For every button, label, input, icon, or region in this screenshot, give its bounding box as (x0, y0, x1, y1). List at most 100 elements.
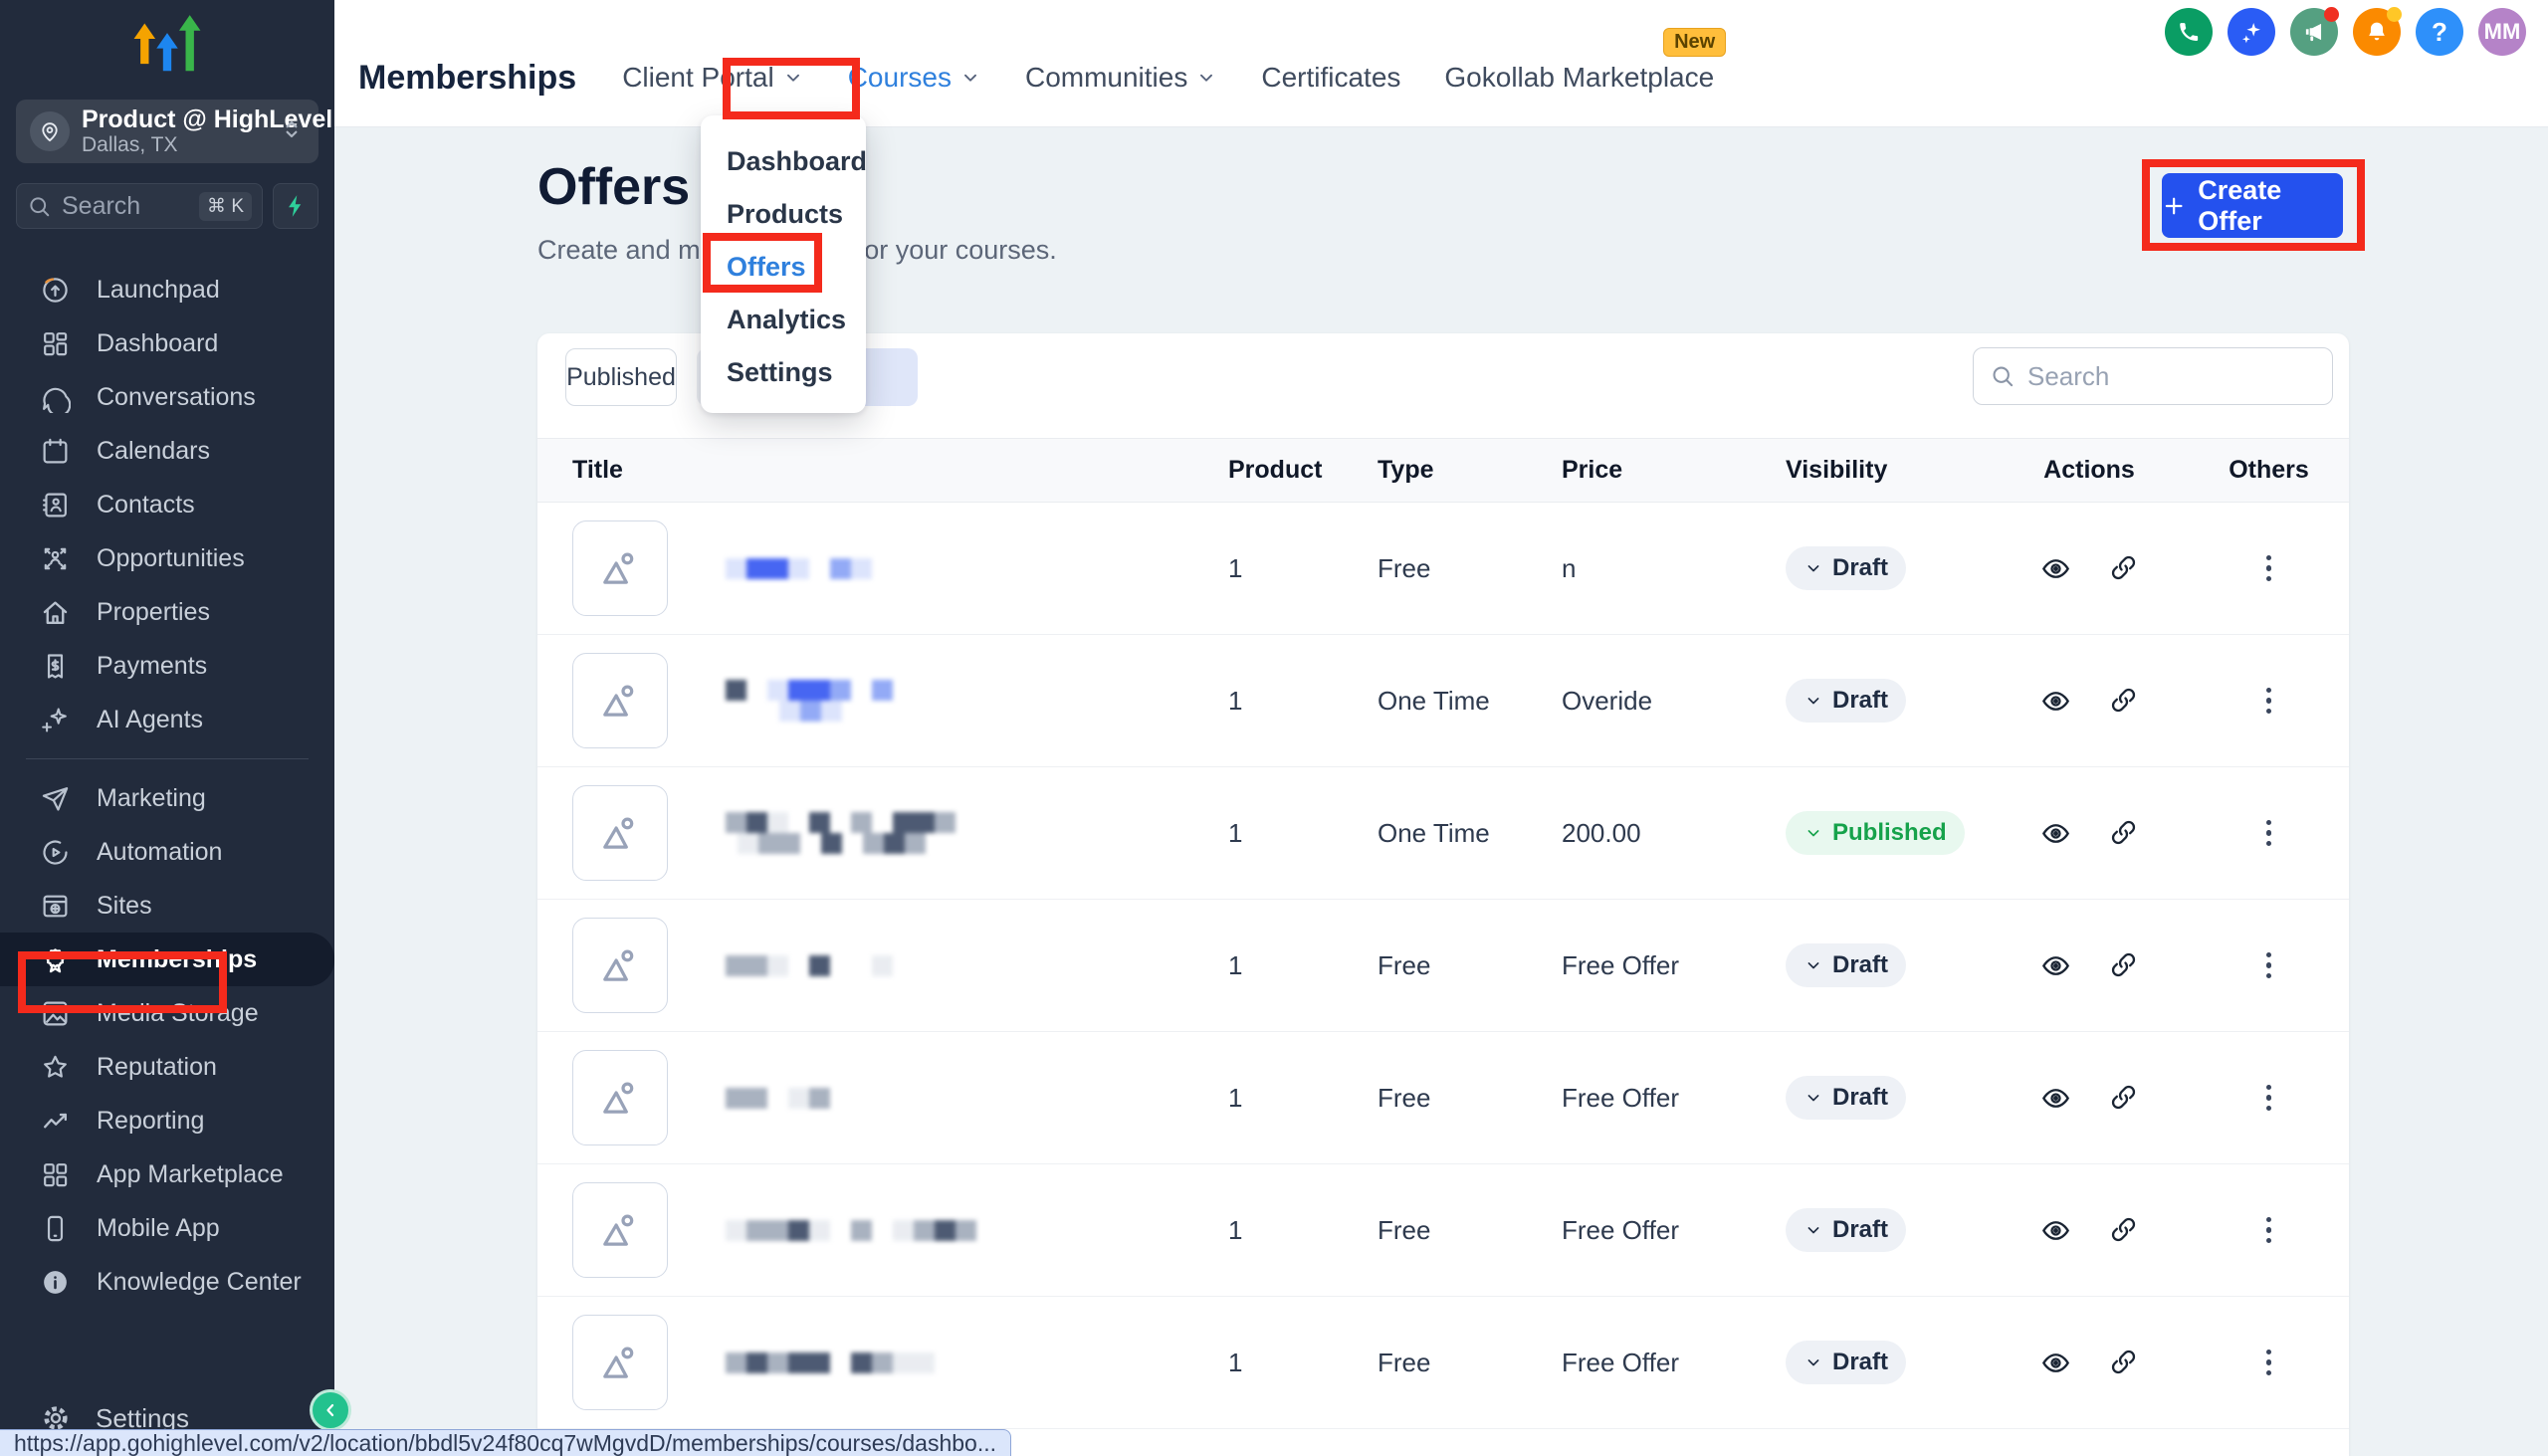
help-button[interactable]: ? (2416, 8, 2463, 56)
quick-actions-button[interactable] (273, 183, 318, 229)
sidebar-item-sites[interactable]: Sites (0, 879, 334, 933)
reporting-icon (40, 1106, 71, 1137)
visibility-dropdown[interactable]: Draft (1786, 1076, 1907, 1120)
offer-thumbnail (572, 785, 668, 881)
tab-certificates[interactable]: Certificates (1261, 62, 1400, 94)
copy-link-icon[interactable] (2109, 1083, 2138, 1112)
offers-search-input[interactable]: Search (1973, 347, 2333, 405)
sidebar-search-input[interactable]: Search ⌘ K (16, 183, 263, 229)
column-header-product: Product (1228, 456, 1323, 484)
offer-price: Overide (1562, 685, 1653, 716)
more-options-kebab[interactable] (2254, 1216, 2284, 1244)
conversations-icon (40, 382, 71, 413)
avatar[interactable]: MM (2478, 8, 2526, 56)
main-content: Offers Create and manage offers for your… (334, 127, 2548, 1456)
offer-title-cell[interactable] (572, 653, 1228, 748)
sidebar-item-marketing[interactable]: Marketing (0, 771, 334, 825)
copy-link-icon[interactable] (2109, 950, 2138, 979)
preview-eye-icon[interactable] (2040, 553, 2071, 584)
chevron-down-icon (1804, 1088, 1823, 1108)
sidebar-item-payments[interactable]: Payments (0, 639, 334, 693)
plus-icon (2162, 193, 2186, 219)
global-icons: ? MM (2165, 7, 2526, 56)
preview-eye-icon[interactable] (2040, 686, 2071, 717)
sidebar-item-opportunities[interactable]: Opportunities (0, 531, 334, 585)
copy-link-icon[interactable] (2109, 553, 2138, 582)
sidebar-item-conversations[interactable]: Conversations (0, 370, 334, 424)
preview-eye-icon[interactable] (2040, 950, 2071, 981)
copy-link-icon[interactable] (2109, 818, 2138, 847)
sidebar-item-media-storage[interactable]: Media Storage (0, 986, 334, 1040)
preview-eye-icon[interactable] (2040, 818, 2071, 849)
dashboard-icon (40, 328, 71, 359)
visibility-dropdown[interactable]: Draft (1786, 679, 1907, 723)
more-options-kebab[interactable] (2254, 819, 2284, 847)
automation-icon (40, 837, 71, 868)
visibility-dropdown[interactable]: Draft (1786, 546, 1907, 590)
offer-title-cell[interactable] (572, 785, 1228, 881)
preview-eye-icon[interactable] (2040, 1215, 2071, 1246)
redacted-offer-title (726, 1219, 976, 1241)
offer-title-cell[interactable] (572, 1315, 1228, 1410)
dropdown-item-dashboard[interactable]: Dashboard (701, 135, 867, 188)
tab-communities[interactable]: Communities (1025, 62, 1217, 94)
offer-product-count: 1 (1228, 685, 1243, 716)
column-header-title: Title (572, 456, 623, 484)
sidebar-item-reputation[interactable]: Reputation (0, 1040, 334, 1094)
sidebar-item-calendars[interactable]: Calendars (0, 424, 334, 478)
tab-published-label: Published (566, 362, 676, 391)
visibility-dropdown[interactable]: Draft (1786, 1208, 1907, 1252)
sidebar-item-mobile-app[interactable]: Mobile App (0, 1201, 334, 1255)
location-switcher[interactable]: Product @ HighLevel Dallas, TX (16, 100, 332, 163)
tab-client-portal[interactable]: Client Portal (622, 62, 804, 94)
create-offer-button[interactable]: Create Offer (2162, 173, 2343, 238)
more-options-kebab[interactable] (2254, 951, 2284, 979)
offer-title-cell[interactable] (572, 520, 1228, 616)
visibility-dropdown[interactable]: Draft (1786, 943, 1907, 987)
sidebar-item-automation[interactable]: Automation (0, 825, 334, 879)
offer-price: n (1562, 552, 1577, 583)
visibility-dropdown[interactable]: Draft (1786, 1341, 1907, 1384)
sidebar-collapse-button[interactable] (310, 1389, 351, 1431)
sidebar-item-knowledge-center[interactable]: Knowledge Center (0, 1255, 334, 1309)
offer-title-cell[interactable] (572, 1050, 1228, 1145)
image-placeholder-icon (594, 1337, 646, 1388)
notifications-button[interactable] (2353, 7, 2402, 56)
offer-type: Free (1378, 1214, 1431, 1245)
sidebar-item-reporting[interactable]: Reporting (0, 1094, 334, 1147)
tab-gokollab[interactable]: Gokollab Marketplace New (1444, 28, 1727, 94)
sidebar-item-dashboard[interactable]: Dashboard (0, 316, 334, 370)
sidebar-item-launchpad[interactable]: Launchpad (0, 263, 334, 316)
dropdown-item-analytics[interactable]: Analytics (701, 294, 866, 346)
announcements-button[interactable] (2290, 7, 2339, 56)
preview-eye-icon[interactable] (2040, 1083, 2071, 1114)
dropdown-item-offers[interactable]: Offers (701, 241, 866, 294)
more-options-kebab[interactable] (2254, 687, 2284, 715)
tab-courses[interactable]: Courses (848, 62, 981, 94)
tab-published[interactable]: Published (565, 348, 677, 406)
more-options-kebab[interactable] (2254, 554, 2284, 582)
copy-link-icon[interactable] (2109, 1348, 2138, 1376)
launchpad-icon (40, 275, 71, 306)
offer-thumbnail (572, 918, 668, 1013)
offer-product-count: 1 (1228, 552, 1243, 583)
copy-link-icon[interactable] (2109, 686, 2138, 715)
sidebar-item-contacts[interactable]: Contacts (0, 478, 334, 531)
copy-link-icon[interactable] (2109, 1215, 2138, 1244)
offer-title-cell[interactable] (572, 1182, 1228, 1278)
status-url-bar: https://app.gohighlevel.com/v2/location/… (0, 1429, 1012, 1456)
dropdown-item-settings[interactable]: Settings (701, 346, 866, 399)
dropdown-item-products[interactable]: Products (701, 188, 866, 241)
ai-assistant-button[interactable] (2228, 8, 2275, 56)
more-options-kebab[interactable] (2254, 1349, 2284, 1376)
phone-button[interactable] (2165, 8, 2213, 56)
page-title: Offers (537, 158, 691, 216)
offer-title-cell[interactable] (572, 918, 1228, 1013)
sidebar-item-memberships[interactable]: Memberships (0, 933, 334, 986)
sidebar-item-app-marketplace[interactable]: App Marketplace (0, 1147, 334, 1201)
sidebar-item-properties[interactable]: Properties (0, 585, 334, 639)
sidebar-item-ai-agents[interactable]: AI Agents (0, 693, 334, 746)
more-options-kebab[interactable] (2254, 1084, 2284, 1112)
preview-eye-icon[interactable] (2040, 1348, 2071, 1378)
visibility-dropdown[interactable]: Published (1786, 811, 1965, 855)
